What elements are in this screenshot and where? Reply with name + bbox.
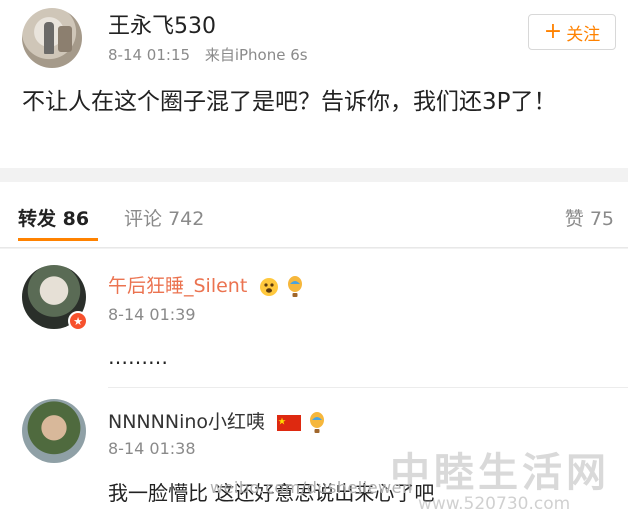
active-tab-indicator [18,238,98,241]
tab-comment-label: 评论 [124,208,163,230]
comment-username-text: 午后狂睡_Silent [108,275,248,297]
avatar[interactable] [22,399,86,463]
comment-username[interactable]: 午后狂睡_Silent [108,271,303,298]
tab-comment-count: 742 [168,208,205,230]
tab-forward-count: 86 [62,208,90,230]
tab-like-label: 赞 [564,208,584,230]
post-tabs: 转发 86 评论 742 赞 75 [0,182,628,248]
vip-badge-icon: ★ [68,311,88,331]
comment-time: 8-14 01:39 [108,305,196,324]
plus-icon: + [543,19,563,44]
user-avatar[interactable] [22,8,82,68]
post-source: 来自iPhone 6s [204,46,308,64]
comment-username[interactable]: NNNNNino小红咦 [108,407,325,434]
china-flag-icon [277,414,302,431]
weibo-post: 王永飞530 8-14 01:15 来自iPhone 6s + 关注 不让人在这… [0,0,628,168]
post-meta: 8-14 01:15 来自iPhone 6s [108,44,318,65]
comment-text: ……… [108,345,168,369]
hot-air-balloon-icon [288,275,303,297]
emoji-face-icon [260,277,279,296]
comment-username-text: NNNNNino小红咦 [108,411,266,433]
tab-like-count: 75 [589,208,614,230]
post-username[interactable]: 王永飞530 [108,8,216,40]
follow-label: 关注 [566,24,601,45]
tab-forward-label: 转发 [18,208,57,230]
comment-divider [108,387,628,388]
tab-like[interactable]: 赞 75 [565,204,614,231]
post-text: 不让人在这个圈子混了是吧？告诉你，我们还3P了！ [22,89,557,115]
follow-button[interactable]: + 关注 [528,14,616,50]
tab-comment[interactable]: 评论 742 [124,204,204,231]
site-watermark: 中睦生活网 [390,450,610,496]
weibo-watermark: weibo.com/dusheliewen [210,478,413,497]
hot-air-balloon-icon [310,411,325,433]
site-url-watermark: www.520730.com [418,494,571,514]
comment-time: 8-14 01:38 [108,439,196,458]
post-time: 8-14 01:15 [108,46,191,64]
tab-forward[interactable]: 转发 86 [18,204,89,231]
